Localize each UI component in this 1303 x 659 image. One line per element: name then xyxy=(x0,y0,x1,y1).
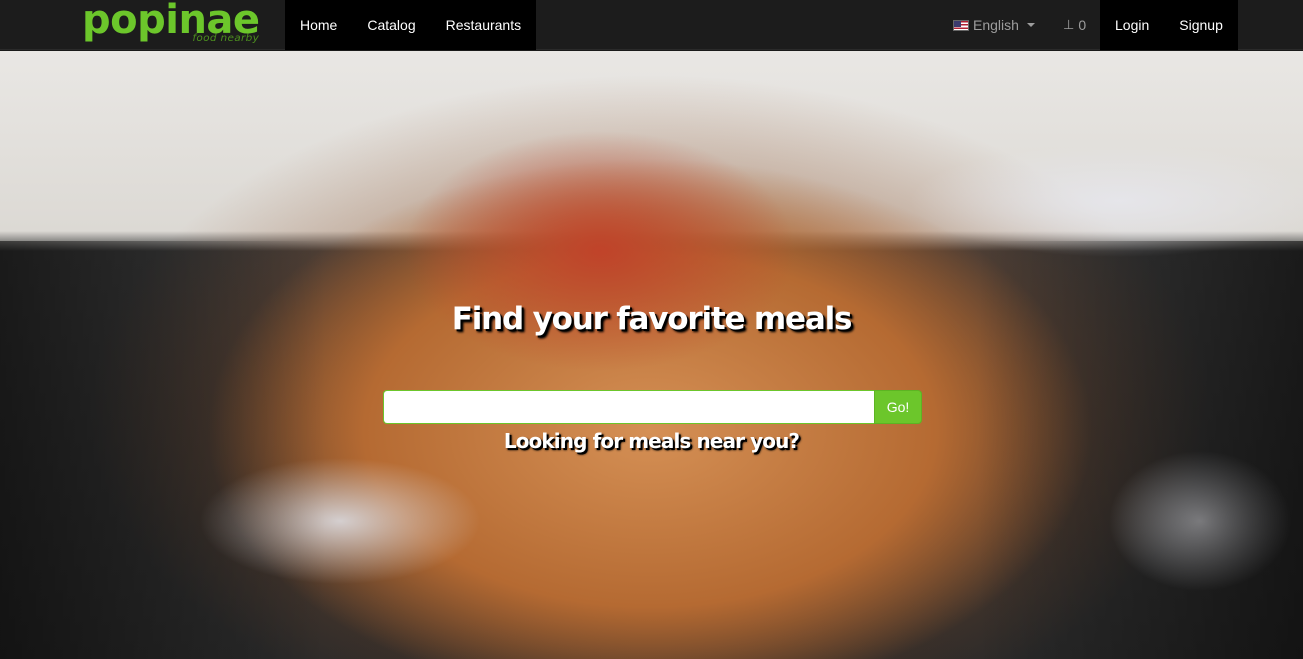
cart-link[interactable]: ⊥ 0 xyxy=(1063,0,1086,50)
cart-icon: ⊥ xyxy=(1063,17,1075,32)
cart-count: 0 xyxy=(1078,17,1087,33)
brand-tagline: food nearby xyxy=(192,33,260,44)
us-flag-icon xyxy=(953,19,969,31)
hero-title: Find your favorite meals xyxy=(451,301,853,337)
search-input[interactable] xyxy=(383,390,874,424)
nav-restaurants[interactable]: Restaurants xyxy=(431,0,536,50)
search-form: Go! xyxy=(383,390,922,424)
nav-catalog[interactable]: Catalog xyxy=(352,0,430,50)
main-nav: Home Catalog Restaurants xyxy=(285,0,536,50)
search-go-button[interactable]: Go! xyxy=(874,390,922,424)
navbar: popinae food nearby Home Catalog Restaur… xyxy=(0,0,1303,50)
auth-nav: Login Signup xyxy=(1100,0,1238,50)
navbar-inner: popinae food nearby Home Catalog Restaur… xyxy=(0,0,1303,50)
login-link[interactable]: Login xyxy=(1100,0,1164,50)
hero-subtitle: Looking for meals near you? xyxy=(503,429,800,453)
caret-down-icon xyxy=(1026,23,1035,27)
signup-link[interactable]: Signup xyxy=(1164,0,1238,50)
brand-logo[interactable]: popinae food nearby xyxy=(82,0,272,48)
language-dropdown[interactable]: English xyxy=(953,0,1035,50)
hero-banner: Find your favorite meals Go! Looking for… xyxy=(0,51,1303,659)
nav-home[interactable]: Home xyxy=(285,0,352,50)
language-label: English xyxy=(973,17,1019,33)
